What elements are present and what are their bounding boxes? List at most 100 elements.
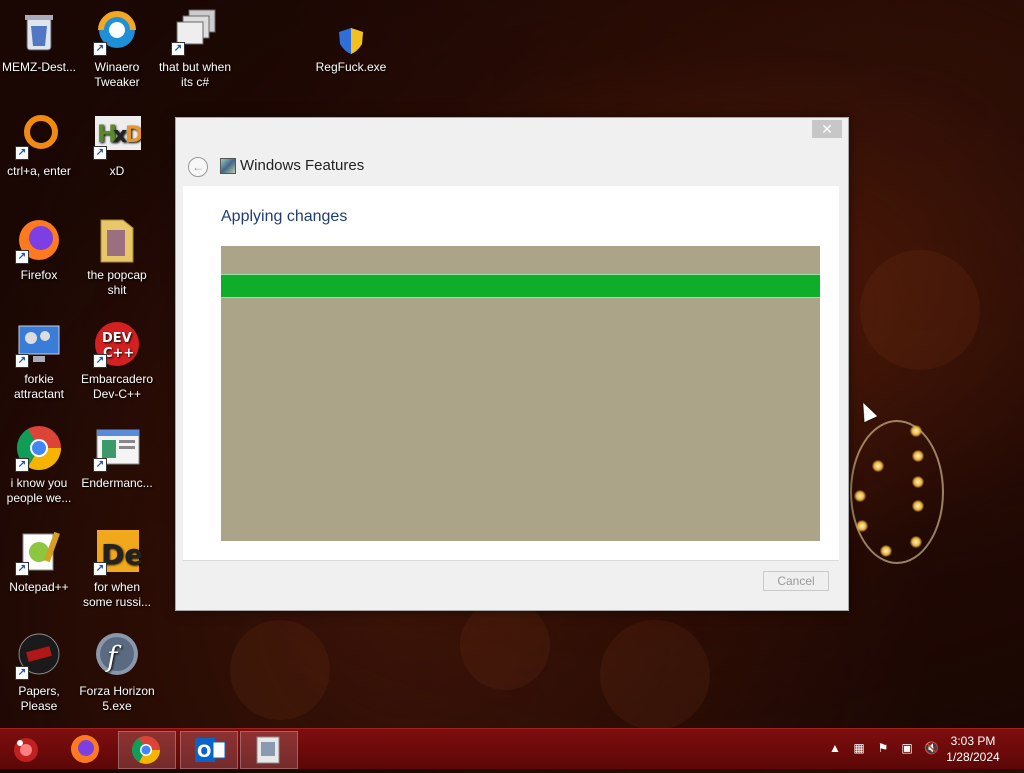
shortcut-arrow-icon: ↗	[93, 42, 107, 56]
desktop-icon-label: RegFuck.exe	[315, 60, 387, 74]
desktop-icon-label: Winaero Tweaker	[94, 60, 140, 89]
light-bulb	[912, 476, 924, 488]
shortcut-arrow-icon: ↗	[93, 146, 107, 160]
uac-shield-icon	[327, 8, 375, 56]
dialog-footer: Cancel	[183, 560, 839, 605]
desktop-icon-popcap-folder[interactable]: the popcap shit	[78, 216, 156, 298]
display-icon[interactable]: ▣	[900, 741, 914, 755]
progress-bar	[221, 274, 820, 298]
desktop-icon-label: Notepad++	[9, 580, 69, 594]
svg-text:DEV: DEV	[102, 331, 132, 346]
desktop-icon-label: Forza Horizon 5.exe	[79, 684, 155, 713]
firefox-icon	[71, 735, 99, 763]
windows-features-icon	[256, 736, 280, 764]
desktop-icon-forkie[interactable]: ↗ forkie attractant	[0, 320, 78, 402]
desktop-icon-xd[interactable]: HxD ↗ xD	[78, 112, 156, 179]
network-icon[interactable]: ▦	[852, 741, 866, 755]
volume-muted-icon[interactable]: 🔇	[924, 741, 939, 755]
desktop-icon-winaero-tweaker[interactable]: ↗ Winaero Tweaker	[78, 8, 156, 90]
svg-text:De: De	[101, 538, 141, 571]
desktop-icon-label: for when some russi...	[82, 580, 151, 609]
orange-ring-icon: ↗	[15, 112, 63, 160]
window-title: Windows Features	[240, 157, 365, 174]
close-button[interactable]: ✕	[812, 120, 842, 138]
chrome-icon: ↗	[15, 424, 63, 472]
desktop-icon-chrome-shortcut[interactable]: ↗ i know you people we...	[0, 424, 78, 506]
desktop-icon-label: Embarcadero Dev-C++	[80, 372, 154, 401]
clock-time: 3:03 PM	[950, 734, 996, 748]
back-arrow-icon[interactable]: ←	[188, 157, 208, 177]
bokeh-light	[600, 620, 710, 730]
light-bulb	[912, 500, 924, 512]
svg-text:C++: C++	[103, 346, 134, 361]
stacked-windows-icon: ↗	[171, 8, 219, 56]
windows-features-icon	[220, 158, 236, 174]
shortcut-arrow-icon: ↗	[93, 458, 107, 472]
light-bulb	[910, 425, 922, 437]
mouse-cursor-icon	[856, 399, 878, 423]
desktop-icon-endermanch[interactable]: ↗ Endermanc...	[78, 424, 156, 491]
windows-features-dialog: ✕ ← Windows Features Applying changes Ca…	[175, 117, 849, 611]
desktop-icon-regfuck[interactable]: RegFuck.exe	[312, 8, 390, 75]
cancel-button[interactable]: Cancel	[763, 571, 829, 591]
status-heading: Applying changes	[221, 208, 348, 225]
shortcut-arrow-icon: ↗	[15, 666, 29, 680]
shortcut-arrow-icon: ↗	[15, 458, 29, 472]
bokeh-light	[460, 600, 550, 690]
hxd-icon: HxD ↗	[93, 112, 143, 160]
dev-cpp-icon: DEV C++ ↗	[93, 320, 141, 368]
desktop-icon-label: ctrl+a, enter	[7, 164, 71, 178]
start-button[interactable]	[0, 731, 56, 767]
desktop-icon-label: forkie attractant	[13, 372, 65, 401]
desktop-icon-russian[interactable]: De ↗ for when some russi...	[78, 528, 156, 610]
desktop-icon-papers-please[interactable]: ↗ Papers, Please	[0, 632, 78, 714]
svg-text:D: D	[125, 123, 141, 148]
desktop-icon-label: Firefox	[20, 268, 58, 282]
recycle-bin-icon	[15, 8, 63, 56]
light-bulb	[912, 450, 924, 462]
taskbar-chrome[interactable]	[118, 731, 176, 769]
app-window-icon: ↗	[93, 424, 141, 472]
taskbar: O ▲ ▦ ⚑ ▣ 🔇 3:03 PM 1/28/2024	[0, 728, 1024, 769]
outlook-icon: O	[195, 738, 226, 762]
shortcut-arrow-icon: ↗	[93, 562, 107, 576]
bokeh-light	[230, 620, 330, 720]
desktop-icon-label: xD	[109, 164, 125, 178]
taskbar-windows-features[interactable]	[240, 731, 298, 769]
desktop-icon-ctrl-a-enter[interactable]: ↗ ctrl+a, enter	[0, 112, 78, 179]
taskbar-outlook[interactable]: O	[180, 731, 238, 769]
progress-track	[221, 246, 820, 541]
dialog-content: Applying changes	[183, 186, 839, 560]
desktop-icon-notepad-plus-plus[interactable]: ↗ Notepad++	[0, 528, 78, 595]
desktop-icon-label: the popcap shit	[87, 268, 147, 297]
shortcut-arrow-icon: ↗	[15, 146, 29, 160]
shortcut-arrow-icon: ↗	[15, 354, 29, 368]
show-hidden-icons-chevron-icon[interactable]: ▲	[828, 741, 842, 755]
shortcut-arrow-icon: ↗	[15, 562, 29, 576]
desktop-icon-recycle-bin[interactable]: MEMZ-Dest...	[0, 8, 78, 75]
de-app-icon: De ↗	[93, 528, 143, 576]
shortcut-arrow-icon: ↗	[93, 354, 107, 368]
firefox-icon: ↗	[15, 216, 63, 264]
desktop-icon-dev-cpp[interactable]: DEV C++ ↗ Embarcadero Dev-C++	[78, 320, 156, 402]
shortcut-arrow-icon: ↗	[171, 42, 185, 56]
svg-text:O: O	[197, 742, 211, 762]
desktop-icon-forza-horizon[interactable]: f Forza Horizon 5.exe	[78, 632, 156, 714]
desktop-icon-label: Papers, Please	[18, 684, 60, 713]
monitor-gear-icon: ↗	[15, 320, 63, 368]
light-bulb	[872, 460, 884, 472]
light-bulb	[854, 490, 866, 502]
taskbar-firefox[interactable]	[58, 731, 114, 767]
taskbar-clock[interactable]: 3:03 PM 1/28/2024	[938, 733, 1008, 765]
bokeh-light	[860, 250, 980, 370]
action-center-flag-icon[interactable]: ⚑	[876, 741, 890, 755]
light-bulb	[910, 536, 922, 548]
desktop-icon-firefox[interactable]: ↗ Firefox	[0, 216, 78, 283]
folder-icon	[93, 216, 141, 264]
winaero-tweaker-icon: ↗	[93, 8, 141, 56]
desktop-icon-that-but-csharp[interactable]: ↗ that but when its c#	[156, 8, 234, 90]
clock-date: 1/28/2024	[946, 750, 1000, 764]
shortcut-arrow-icon: ↗	[15, 250, 29, 264]
desktop-icon-label: Endermanc...	[81, 476, 153, 490]
flash-icon: f	[93, 632, 141, 680]
